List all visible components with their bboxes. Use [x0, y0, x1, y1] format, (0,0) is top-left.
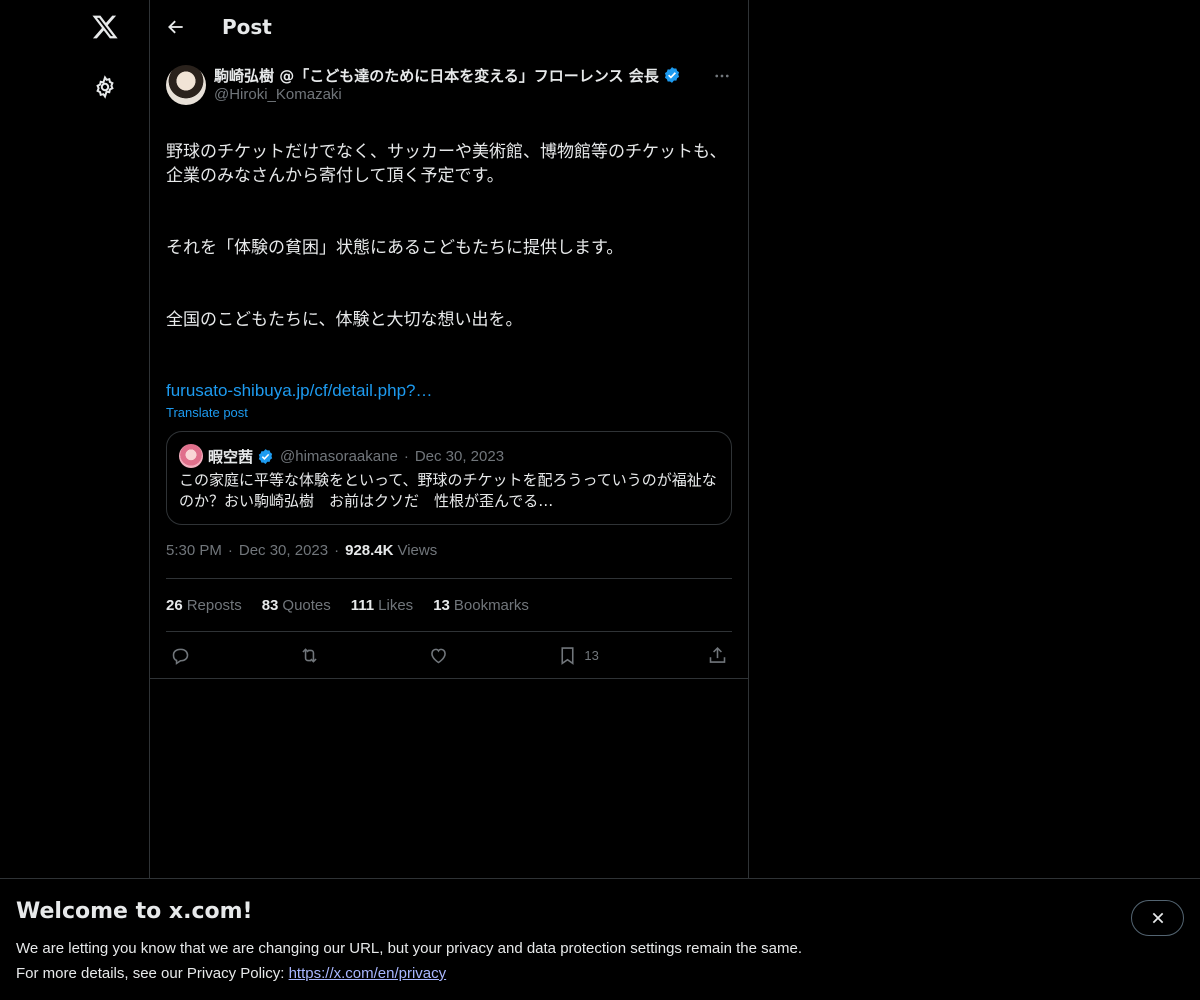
reply-icon: [172, 648, 189, 665]
likes-label: Likes: [378, 596, 414, 614]
bookmark-count: 13: [584, 647, 599, 663]
x-logo-icon[interactable]: [88, 10, 122, 44]
quoted-author-name: 暇空茜: [208, 447, 254, 466]
translate-post-link[interactable]: Translate post: [166, 405, 732, 420]
post-paragraph: 全国のこどもたちに、体験と大切な想い出を。: [166, 310, 523, 330]
quoted-post[interactable]: 暇空茜 @himasoraakane · Dec 30, 2023 この家庭に平…: [166, 431, 732, 525]
quoted-post-header: 暇空茜 @himasoraakane · Dec 30, 2023: [179, 444, 719, 468]
quotes-label: Quotes: [282, 596, 331, 614]
quoted-post-text: この家庭に平等な体験をといって、野球のチケットを配ろうっていうのが福祉なのか？お…: [179, 471, 717, 510]
gear-icon[interactable]: [88, 70, 122, 104]
verified-badge-icon: [257, 448, 274, 465]
post-time[interactable]: 5:30 PM: [166, 542, 222, 559]
reply-button[interactable]: [170, 645, 191, 666]
welcome-banner: Welcome to x.com! We are letting you kno…: [0, 878, 1200, 1000]
quotes-stat[interactable]: 83 Quotes: [262, 597, 331, 614]
author-avatar[interactable]: [166, 65, 206, 105]
separator-dot: ·: [403, 447, 409, 465]
post-text: 野球のチケットだけでなく、サッカーや美術館、博物館等のチケットも、 企業のみなさ…: [166, 116, 732, 380]
post-date[interactable]: Dec 30, 2023: [239, 542, 328, 559]
post-column: Post 駒崎弘樹 @「こども達のために日本を変える」フローレンス 会長 @Hi…: [150, 0, 749, 1000]
share-icon: [709, 646, 726, 663]
post: 駒崎弘樹 @「こども達のために日本を変える」フローレンス 会長 @Hiroki_…: [150, 54, 748, 679]
privacy-policy-link[interactable]: https://x.com/en/privacy: [289, 965, 447, 982]
author-handle[interactable]: @Hiroki_Komazaki: [214, 86, 681, 103]
quoted-author-handle: @himasoraakane: [280, 447, 398, 465]
post-header: Post: [150, 0, 748, 54]
close-banner-button[interactable]: [1131, 900, 1184, 936]
repost-icon: [302, 647, 317, 663]
like-button[interactable]: [428, 645, 449, 666]
more-options-icon[interactable]: [712, 66, 732, 86]
share-button[interactable]: [707, 645, 728, 666]
action-bar: 13: [150, 632, 748, 679]
author-row: 駒崎弘樹 @「こども達のために日本を変える」フローレンス 会長 @Hiroki_…: [166, 54, 732, 116]
reposts-label: Reposts: [186, 596, 242, 614]
post-meta: 5:30 PM · Dec 30, 2023 · 928.4K Views: [166, 542, 732, 579]
author-meta: 駒崎弘樹 @「こども達のために日本を変える」フローレンス 会長 @Hiroki_…: [214, 65, 681, 103]
banner-line-prefix: For more details, see our Privacy Policy…: [16, 965, 289, 982]
bookmarks-count: 13: [433, 596, 450, 614]
likes-count: 111: [350, 596, 375, 614]
bookmark-button[interactable]: 13: [557, 645, 599, 666]
banner-line: For more details, see our Privacy Policy…: [16, 961, 1184, 986]
banner-line: We are letting you know that we are chan…: [16, 940, 802, 957]
engagement-stats: 26 Reposts 83 Quotes 111 Likes 13 Bookmarks: [166, 579, 732, 632]
quoted-author-avatar: [179, 444, 203, 468]
author-name[interactable]: 駒崎弘樹 @「こども達のために日本を変える」フローレンス 会長: [214, 65, 659, 86]
reposts-count: 26: [166, 596, 183, 614]
likes-stat[interactable]: 111 Likes: [351, 597, 413, 614]
quoted-post-date: Dec 30, 2023: [414, 447, 505, 465]
page-title: Post: [222, 15, 272, 39]
repost-button[interactable]: [299, 645, 320, 666]
views-count: 928.4K: [345, 542, 394, 559]
post-paragraph: 野球のチケットだけでなく、サッカーや美術館、博物館等のチケットも、 企業のみなさ…: [166, 142, 727, 186]
views-label: Views: [397, 542, 438, 559]
bookmark-icon: [561, 646, 574, 665]
banner-text: We are letting you know that we are chan…: [16, 936, 1184, 986]
separator-dot: ·: [334, 542, 340, 559]
close-icon: [1152, 912, 1163, 924]
bookmarks-label: Bookmarks: [453, 596, 529, 614]
reposts-stat[interactable]: 26 Reposts: [166, 597, 242, 614]
quotes-count: 83: [261, 596, 279, 614]
nav-rail: [0, 0, 150, 1000]
post-link[interactable]: furusato-shibuya.jp/cf/detail.php?…: [166, 379, 732, 403]
post-paragraph: それを「体験の貧困」状態にあるこどもたちに提供します。: [166, 238, 624, 258]
heart-icon: [431, 648, 447, 663]
banner-title: Welcome to x.com!: [16, 899, 253, 924]
back-arrow-icon[interactable]: [164, 15, 188, 39]
bookmarks-stat[interactable]: 13 Bookmarks: [433, 597, 529, 614]
separator-dot: ·: [227, 542, 233, 559]
verified-badge-icon: [663, 66, 681, 84]
